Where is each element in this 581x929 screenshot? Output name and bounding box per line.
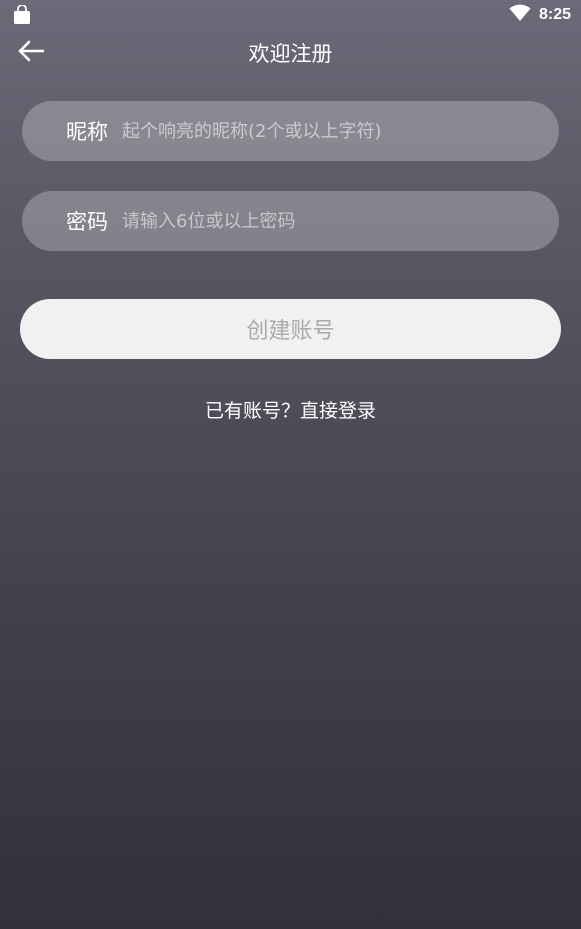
password-input[interactable] (122, 201, 559, 241)
app-bar: 欢迎注册 (0, 30, 581, 76)
password-label: 密码 (66, 210, 108, 234)
status-bar: 8:25 (0, 0, 581, 30)
bag-icon (12, 4, 32, 25)
login-link[interactable]: 已有账号？直接登录 (0, 396, 581, 423)
page-title: 欢迎注册 (248, 42, 333, 66)
status-right: 8:25 (509, 4, 571, 26)
status-time: 8:25 (538, 6, 571, 23)
create-account-button[interactable]: 创建账号 (20, 299, 561, 359)
wifi-icon (509, 4, 531, 26)
nickname-field[interactable]: 昵称 (22, 101, 559, 161)
nickname-label: 昵称 (66, 120, 108, 144)
nickname-input[interactable] (122, 111, 559, 151)
password-field[interactable]: 密码 (22, 191, 559, 251)
